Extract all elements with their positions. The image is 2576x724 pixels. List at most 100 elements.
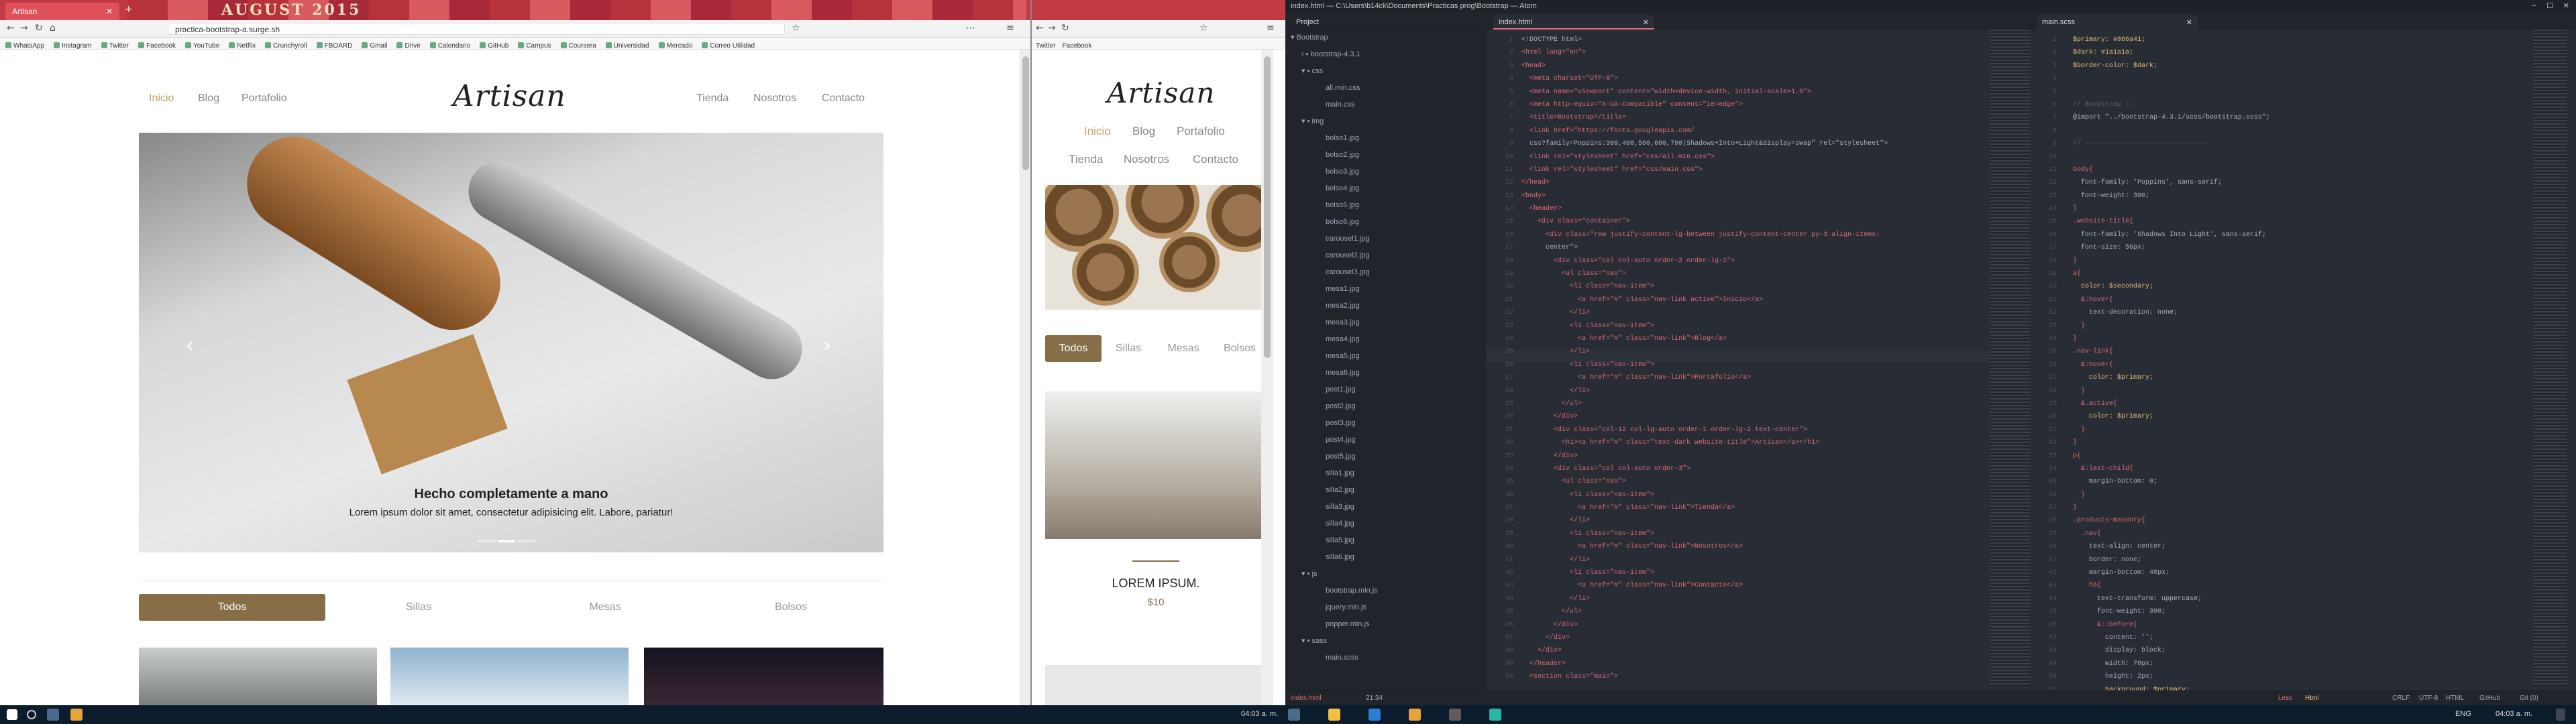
code-line[interactable]: </ul>	[1521, 605, 1888, 618]
maximize-icon[interactable]: ☐	[2546, 1, 2553, 10]
code-line[interactable]: }	[2065, 333, 2270, 345]
code-line[interactable]: &::before{	[2065, 619, 2270, 631]
status-cursor-position[interactable]: 21:34	[1366, 695, 1383, 702]
scrollbar-thumb[interactable]	[1022, 56, 1029, 170]
forward-icon[interactable]: →	[20, 23, 28, 34]
code-line[interactable]: center">	[1521, 241, 1888, 254]
status-file[interactable]: index.html	[1291, 695, 1322, 702]
nav-link-blog[interactable]: Blog	[198, 93, 219, 105]
code-line[interactable]: <div class="col-12 col-lg-auto order-1 o…	[1521, 424, 1888, 436]
nav-link-portafolio[interactable]: Portafolio	[241, 93, 287, 105]
tree-file-item[interactable]: silla4.jpg	[1285, 516, 1487, 532]
filter-mesas[interactable]: Mesas	[1155, 335, 1212, 362]
code-line[interactable]: <li class="nav-item">	[1521, 528, 1888, 540]
code-line[interactable]: <li class="nav-item">	[1521, 320, 1888, 333]
close-icon[interactable]: ✕	[1643, 18, 1649, 27]
code-line[interactable]	[2065, 86, 2270, 99]
app-icon[interactable]	[1489, 709, 1501, 721]
code-line[interactable]: &:last-child{	[2065, 463, 2270, 475]
bookmark-item[interactable]: Coursera	[561, 42, 596, 49]
carousel-dot[interactable]	[518, 540, 535, 542]
code-line[interactable]: <header>	[1521, 202, 1888, 215]
code-line[interactable]: <a href="#" class="nav-link active">Inic…	[1521, 294, 1888, 306]
minimap[interactable]	[2533, 29, 2567, 686]
filter-todos[interactable]: Todos	[1045, 335, 1102, 362]
task-view-icon[interactable]	[1288, 709, 1300, 721]
code-line[interactable]: </head>	[1521, 176, 1888, 189]
status-github[interactable]: GitHub	[2479, 695, 2500, 702]
code-line[interactable]: <link rel="stylesheet" href="css/all.min…	[1521, 151, 1888, 164]
bookmark-item[interactable]: Crunchyroll	[265, 42, 307, 49]
tree-folder-item[interactable]: ▾ ▪ img	[1285, 113, 1487, 130]
close-icon[interactable]: ✕	[2186, 18, 2192, 27]
filter-sillas[interactable]: Sillas	[325, 594, 512, 621]
code-line[interactable]: <div class="row justify-content-lg-betwe…	[1521, 229, 1888, 241]
code-line[interactable]: margin-bottom: 40px;	[2065, 566, 2270, 579]
tree-file-item[interactable]: silla5.jpg	[1285, 532, 1487, 549]
status-git[interactable]: Git (0)	[2520, 695, 2538, 702]
system-clock[interactable]: 04:03 a. m.	[2496, 710, 2532, 718]
code-line[interactable]: <div class="col col-auto order-2 order-l…	[1521, 255, 1888, 267]
menu-icon[interactable]: ≡	[1006, 23, 1014, 34]
code-html[interactable]: <!DOCTYPE html> <html lang="en"> <head> <m…	[1521, 34, 1888, 684]
code-line[interactable]: <link rel="stylesheet" href="css/main.cs…	[1521, 164, 1888, 176]
minimize-icon[interactable]: –	[2532, 1, 2536, 9]
code-line[interactable]: p{	[2065, 450, 2270, 463]
code-line[interactable]: <li class="nav-item">	[1521, 359, 1888, 371]
filter-bolsos[interactable]: Bolsos	[698, 594, 883, 621]
language-indicator[interactable]: ENG	[2455, 710, 2471, 718]
code-line[interactable]: $primary: #866a41;	[2065, 34, 2270, 46]
code-line[interactable]: css?family=Poppins:300,400,500,600,700|S…	[1521, 137, 1888, 150]
bookmark-item[interactable]: FBOARD	[317, 42, 353, 49]
code-line[interactable]: <meta charset="UTF-8">	[1521, 72, 1888, 85]
nav-link-tienda[interactable]: Tienda	[1069, 153, 1103, 166]
code-line[interactable]: <meta http-equiv="X-UA-Compatible" conte…	[1521, 99, 1888, 111]
new-tab-icon[interactable]: +	[125, 4, 133, 15]
tree-file-item[interactable]: bolso1.jpg	[1285, 130, 1487, 147]
code-line[interactable]: <a href="#" class="nav-link">Portafolio<…	[1521, 371, 1888, 384]
tree-file-item[interactable]: mesa3.jpg	[1285, 314, 1487, 331]
code-line[interactable]: }	[2065, 385, 2270, 398]
nav-link-contacto[interactable]: Contacto	[822, 93, 865, 105]
status-grammar[interactable]: Less	[2278, 695, 2292, 702]
code-line[interactable]: <meta name="viewport" content="width=dev…	[1521, 86, 1888, 99]
carousel-dot[interactable]	[498, 540, 515, 542]
back-icon[interactable]: ←	[7, 23, 15, 34]
scrollbar[interactable]	[1261, 50, 1273, 705]
code-line[interactable]: .nav-link{	[2065, 345, 2270, 358]
code-line[interactable]: </div>	[1521, 450, 1888, 463]
tree-file-item[interactable]: carousel2.jpg	[1285, 247, 1487, 264]
site-logo[interactable]: Artisan	[453, 79, 566, 113]
tree-folder-item[interactable]: › ▪ bootstrap-4.3.1	[1285, 46, 1487, 63]
status-language[interactable]: HTML	[2446, 695, 2464, 702]
code-line[interactable]: <head>	[1521, 60, 1888, 72]
carousel-image-baskets[interactable]	[1045, 185, 1267, 310]
code-line[interactable]: </li>	[1521, 345, 1888, 358]
code-line[interactable]	[2065, 72, 2270, 85]
code-line[interactable]: .nav{	[2065, 528, 2270, 540]
carousel-indicators[interactable]	[478, 532, 538, 542]
bookmark-item[interactable]: Campus	[518, 42, 551, 49]
code-line[interactable]	[2065, 151, 2270, 164]
bookmark-star-icon[interactable]: ☆	[1199, 23, 1208, 34]
browser-tab[interactable]: Artisan ✕	[5, 3, 119, 20]
filter-mesas[interactable]: Mesas	[512, 594, 698, 621]
code-line[interactable]	[2065, 125, 2270, 137]
code-line[interactable]: .products-masonry{	[2065, 514, 2270, 527]
tree-file-item[interactable]: post2.jpg	[1285, 398, 1487, 415]
tree-folder-item[interactable]: ▾ Bootstrap	[1285, 29, 1487, 46]
tree-file-item[interactable]: main.scss	[1285, 650, 1487, 666]
bookmark-item[interactable]: WhatsApp	[5, 42, 44, 49]
code-line[interactable]: a{	[2065, 267, 2270, 280]
code-line[interactable]: </ul>	[1521, 398, 1888, 410]
tree-file-item[interactable]: popper.min.js	[1285, 616, 1487, 633]
scrollbar[interactable]	[1020, 50, 1030, 705]
code-line[interactable]: // Bootstrap ---	[2065, 99, 2270, 111]
code-line[interactable]: <!DOCTYPE html>	[1521, 34, 1888, 46]
url-field[interactable]: practica-bootstrap-a.surge.sh	[168, 23, 785, 35]
tree-file-item[interactable]: bolso3.jpg	[1285, 164, 1487, 180]
hero-carousel[interactable]: ‹ › Hecho completamente a mano Lorem ips…	[139, 133, 883, 552]
tree-file-item[interactable]: all.min.css	[1285, 80, 1487, 97]
nav-link-contacto[interactable]: Contacto	[1193, 153, 1238, 166]
code-line[interactable]: <ul class="nav">	[1521, 267, 1888, 280]
